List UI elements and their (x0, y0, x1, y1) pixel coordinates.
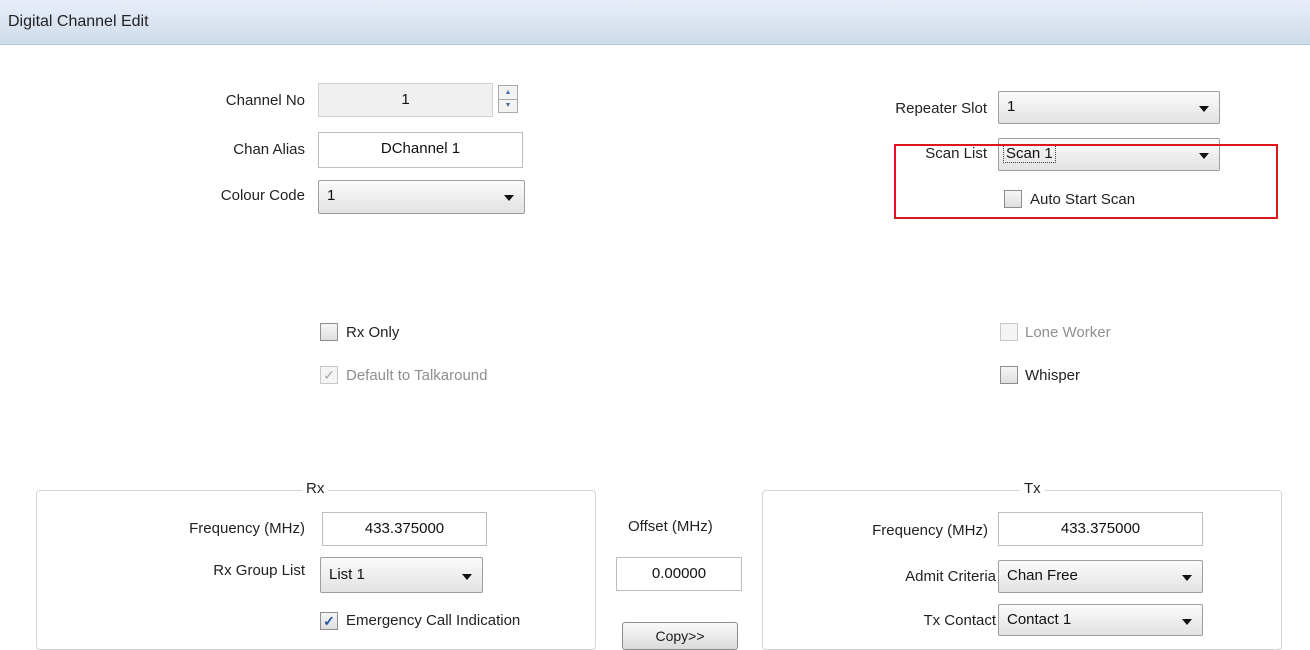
chan-alias-field[interactable]: DChannel 1 (318, 132, 523, 168)
window-title: Digital Channel Edit (8, 13, 149, 30)
rx-group-title: Rx (302, 480, 329, 497)
rx-frequency-label: Frequency (MHz) (189, 520, 305, 537)
admit-criteria-label: Admit Criteria (905, 568, 996, 585)
whisper-label: Whisper (1025, 367, 1081, 384)
chevron-down-icon (1182, 619, 1192, 625)
tx-frequency-field[interactable]: 433.375000 (998, 512, 1203, 546)
channel-no-spinner[interactable]: ▲ ▼ (498, 85, 518, 113)
colour-code-label: Colour Code (220, 187, 305, 204)
colour-code-select[interactable]: 1 (318, 180, 525, 214)
admit-criteria-value: Chan Free (1007, 567, 1078, 584)
title-bar: Digital Channel Edit (0, 0, 1310, 45)
copy-button[interactable]: Copy>> (622, 622, 738, 650)
whisper-checkbox[interactable] (1000, 366, 1018, 384)
rx-only-checkbox[interactable] (320, 323, 338, 341)
spin-down-icon[interactable]: ▼ (499, 99, 517, 112)
tx-contact-select[interactable]: Contact 1 (998, 604, 1203, 636)
tx-group-title: Tx (1020, 480, 1045, 497)
channel-no-label: Channel No (225, 92, 305, 109)
chevron-down-icon (1199, 106, 1209, 112)
tx-contact-value: Contact 1 (1007, 611, 1072, 628)
rx-group-list-label: Rx Group List (213, 562, 305, 579)
default-to-talkaround-label: Default to Talkaround (346, 367, 488, 384)
default-to-talkaround-checkbox[interactable]: ✓ (320, 366, 338, 384)
tx-frequency-label: Frequency (MHz) (872, 522, 988, 539)
offset-label: Offset (MHz) (628, 518, 713, 535)
rx-group-list-select[interactable]: List 1 (320, 557, 483, 593)
rx-frequency-field[interactable]: 433.375000 (322, 512, 487, 546)
lone-worker-label: Lone Worker (1025, 324, 1111, 341)
lone-worker-checkbox[interactable] (1000, 323, 1018, 341)
emergency-call-indication-checkbox[interactable]: ✓ (320, 612, 338, 630)
chevron-down-icon (462, 574, 472, 580)
repeater-slot-label: Repeater Slot (895, 100, 987, 117)
channel-no-field[interactable]: 1 (318, 83, 493, 117)
offset-field[interactable]: 0.00000 (616, 557, 742, 591)
admit-criteria-select[interactable]: Chan Free (998, 560, 1203, 593)
chevron-down-icon (1182, 575, 1192, 581)
highlight-box (894, 144, 1278, 219)
chevron-down-icon (504, 195, 514, 201)
tx-contact-label: Tx Contact (923, 612, 996, 629)
rx-only-label: Rx Only (346, 324, 400, 341)
emergency-call-indication-label: Emergency Call Indication (346, 612, 521, 629)
chan-alias-label: Chan Alias (233, 141, 305, 158)
rx-group-list-value: List 1 (329, 566, 365, 583)
repeater-slot-select[interactable]: 1 (998, 91, 1220, 124)
repeater-slot-value: 1 (1007, 98, 1016, 115)
spin-up-icon[interactable]: ▲ (499, 86, 517, 100)
colour-code-value: 1 (327, 187, 336, 204)
